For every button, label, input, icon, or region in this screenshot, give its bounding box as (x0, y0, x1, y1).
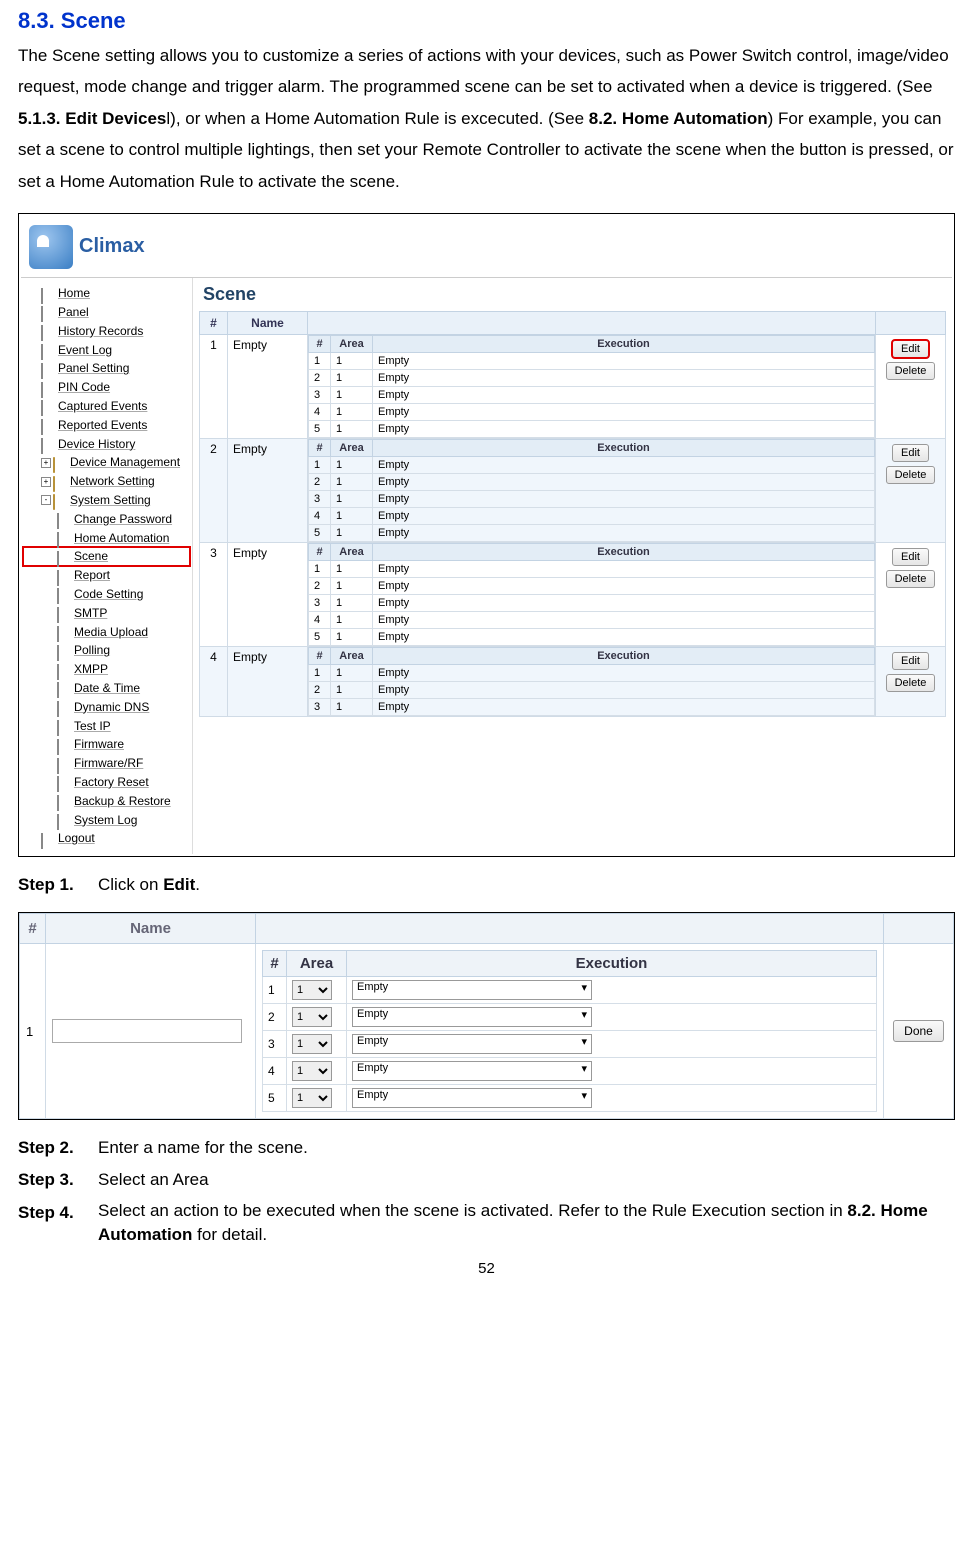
nav-item-network-setting[interactable]: +Network Setting (23, 472, 190, 491)
nav-item-home[interactable]: Home (23, 284, 190, 303)
nav-item-change-password[interactable]: Change Password (23, 510, 190, 529)
screenshot-edit-mode: # Name 1 # Area Execution (18, 912, 955, 1120)
col-exec-wrap (308, 312, 876, 335)
scene-row: 2Empty#AreaExecution11Empty21Empty31Empt… (200, 439, 946, 543)
nav-item-system-log[interactable]: System Log (23, 811, 190, 830)
nav-item-smtp[interactable]: SMTP (23, 604, 190, 623)
step: Step 4.Select an action to be executed w… (18, 1199, 955, 1248)
nav-item-firmware[interactable]: Firmware (23, 735, 190, 754)
edit-col-exec (256, 914, 884, 944)
nav-item-logout[interactable]: Logout (23, 829, 190, 848)
delete-button[interactable]: Delete (886, 466, 936, 484)
col-num: # (200, 312, 228, 335)
col-name: Name (228, 312, 308, 335)
nav-item-code-setting[interactable]: Code Setting (23, 585, 190, 604)
nav-item-device-management[interactable]: +Device Management (23, 453, 190, 472)
nav-item-factory-reset[interactable]: Factory Reset (23, 773, 190, 792)
area-select[interactable]: 1 (292, 1034, 332, 1054)
nav-item-captured-events[interactable]: Captured Events (23, 397, 190, 416)
delete-button[interactable]: Delete (886, 570, 936, 588)
nav-item-pin-code[interactable]: PIN Code (23, 378, 190, 397)
nav-item-xmpp[interactable]: XMPP (23, 660, 190, 679)
nav-item-date-time[interactable]: Date & Time (23, 679, 190, 698)
step: Step 2.Enter a name for the scene. (18, 1134, 955, 1161)
nav-item-backup-restore[interactable]: Backup & Restore (23, 792, 190, 811)
execution-select[interactable]: Empty (352, 980, 592, 1000)
logo-text: Climax (79, 235, 145, 258)
nav-item-system-setting[interactable]: -System Setting (23, 491, 190, 510)
delete-button[interactable]: Delete (886, 362, 936, 380)
scene-name-input[interactable] (52, 1019, 242, 1043)
area-select[interactable]: 1 (292, 1007, 332, 1027)
nav-item-scene[interactable]: Scene (23, 547, 190, 566)
execution-select[interactable]: Empty (352, 1061, 592, 1081)
nav-item-event-log[interactable]: Event Log (23, 341, 190, 360)
delete-button[interactable]: Delete (886, 674, 936, 692)
edit-col-name: Name (46, 914, 256, 944)
execution-select[interactable]: Empty (352, 1007, 592, 1027)
edit-button[interactable]: Edit (892, 444, 929, 462)
edit-button[interactable]: Edit (892, 548, 929, 566)
execution-select[interactable]: Empty (352, 1088, 592, 1108)
inner-col-exec: Execution (347, 951, 877, 977)
nav-item-panel[interactable]: Panel (23, 303, 190, 322)
page-number: 52 (18, 1260, 955, 1277)
edit-col-actions (884, 914, 954, 944)
nav-item-report[interactable]: Report (23, 566, 190, 585)
nav-item-polling[interactable]: Polling (23, 641, 190, 660)
logo-icon (29, 225, 73, 269)
edit-row-num: 1 (20, 944, 46, 1119)
nav-item-history-records[interactable]: History Records (23, 322, 190, 341)
step: Step 1.Click on Edit. (18, 871, 955, 898)
app-header: Climax (21, 216, 952, 278)
col-actions (876, 312, 946, 335)
screenshot-scene-page: Climax HomePanelHistory RecordsEvent Log… (18, 213, 955, 857)
edit-button[interactable]: Edit (892, 340, 929, 358)
nav-item-firmware-rf[interactable]: Firmware/RF (23, 754, 190, 773)
scene-row: 1Empty#AreaExecution11Empty21Empty31Empt… (200, 335, 946, 439)
execution-select[interactable]: Empty (352, 1034, 592, 1054)
area-select[interactable]: 1 (292, 980, 332, 1000)
inner-col-area: Area (287, 951, 347, 977)
edit-button[interactable]: Edit (892, 652, 929, 670)
page-title: Scene (199, 284, 946, 305)
nav-item-reported-events[interactable]: Reported Events (23, 416, 190, 435)
area-select[interactable]: 1 (292, 1061, 332, 1081)
nav-item-panel-setting[interactable]: Panel Setting (23, 359, 190, 378)
scene-row: 3Empty#AreaExecution11Empty21Empty31Empt… (200, 543, 946, 647)
nav-item-home-automation[interactable]: Home Automation (23, 529, 190, 548)
scene-row: 4Empty#AreaExecution11Empty21Empty31Empt… (200, 647, 946, 717)
area-select[interactable]: 1 (292, 1088, 332, 1108)
inner-col-num: # (263, 951, 287, 977)
section-heading: 8.3. Scene (18, 8, 955, 34)
nav-item-test-ip[interactable]: Test IP (23, 717, 190, 736)
edit-inner-table: # Area Execution 11Empty21Empty31Empty41… (262, 950, 877, 1112)
intro-paragraph: The Scene setting allows you to customiz… (18, 40, 955, 197)
nav-item-dynamic-dns[interactable]: Dynamic DNS (23, 698, 190, 717)
nav-item-device-history[interactable]: Device History (23, 435, 190, 454)
nav-tree: HomePanelHistory RecordsEvent LogPanel S… (21, 278, 193, 854)
step: Step 3.Select an Area (18, 1166, 955, 1193)
edit-col-num: # (20, 914, 46, 944)
scene-table: # Name 1Empty#AreaExecution11Empty21Empt… (199, 311, 946, 717)
done-button[interactable]: Done (893, 1020, 944, 1042)
nav-item-media-upload[interactable]: Media Upload (23, 623, 190, 642)
